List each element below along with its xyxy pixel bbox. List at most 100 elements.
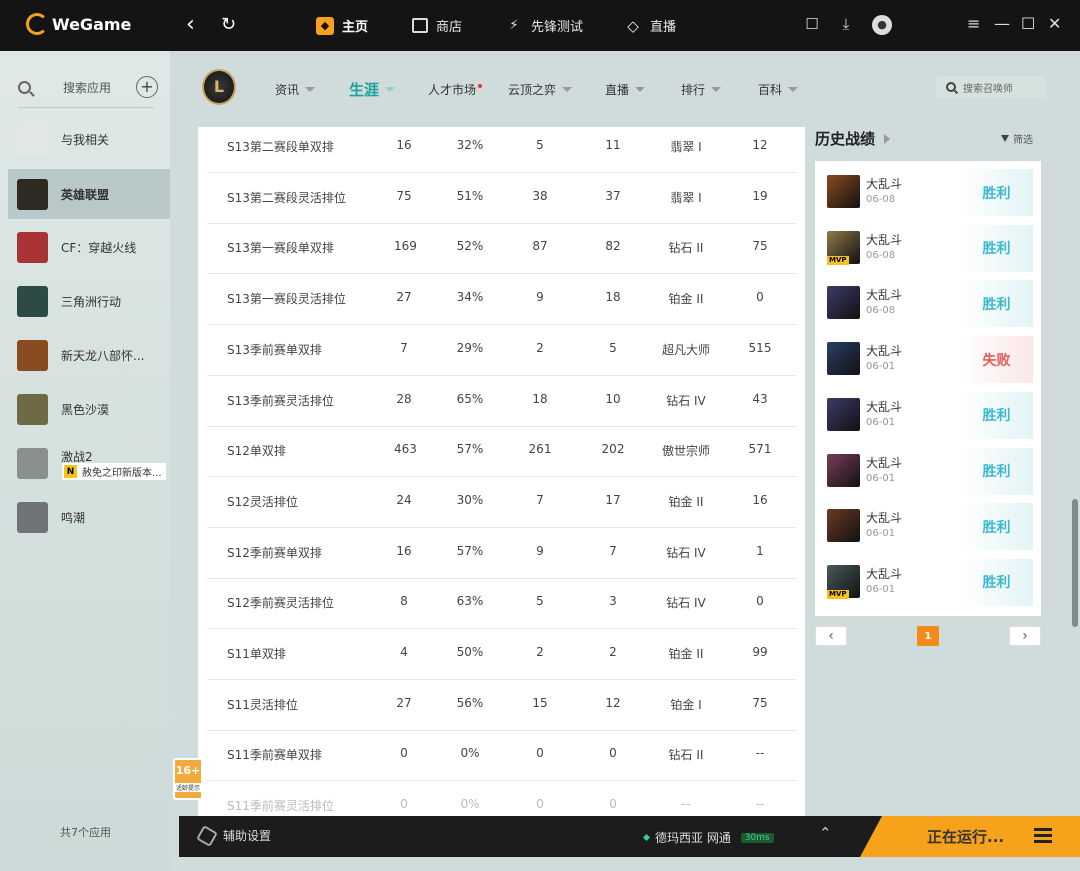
summoner-search-input[interactable]: 搜索召唤师 — [963, 80, 1013, 95]
app-search[interactable]: 搜索应用 + — [18, 75, 160, 99]
table-cell: 钻石 II — [668, 748, 704, 763]
table-cell: 9 — [536, 543, 544, 558]
table-cell: 7 — [400, 340, 408, 355]
sidebar-item[interactable]: CF：穿越火线 — [8, 222, 170, 272]
table-cell: 18 — [605, 290, 621, 305]
table-cell: 铂金 II — [668, 647, 704, 661]
table-row[interactable]: S11季前赛单双排 0 0% 0 0 钻石 II -- — [207, 730, 796, 782]
table-cell: 82 — [605, 239, 621, 254]
table-cell: S13第二赛段灵活排位 — [227, 190, 346, 205]
menu-icon[interactable]: ≡ — [967, 14, 980, 33]
download-icon[interactable]: ⤓ — [836, 15, 856, 35]
match-item[interactable]: MVP 大乱斗 06-08 胜利 — [815, 217, 1041, 273]
table-cell: S13第二赛段单双排 — [227, 140, 334, 154]
wuthering-icon — [17, 501, 48, 533]
match-item[interactable]: 大乱斗 06-01 失败 — [815, 328, 1041, 384]
subtab[interactable]: 云顶之弈 — [508, 81, 573, 98]
tab-store[interactable]: 商店 — [412, 16, 462, 35]
assist-settings-button[interactable]: 辅助设置 — [196, 824, 271, 847]
match-item[interactable]: 大乱斗 06-08 胜利 — [815, 161, 1041, 217]
minimize-icon[interactable]: — — [994, 14, 1010, 33]
subtab[interactable]: 人才市场 — [428, 81, 483, 98]
back-icon[interactable]: ‹ — [186, 12, 195, 38]
filter-button[interactable]: 筛选 — [1001, 131, 1033, 146]
table-cell: 261 — [528, 442, 552, 457]
tab-home[interactable]: ◆ 主页 — [316, 16, 368, 35]
table-cell: 16 — [396, 138, 412, 152]
match-item[interactable]: 大乱斗 06-01 胜利 — [815, 440, 1041, 496]
prev-page-button[interactable]: ‹ — [815, 626, 847, 646]
table-row[interactable]: S12灵活排位 24 30% 7 17 铂金 II 16 — [207, 477, 796, 528]
table-cell: 铂金 II — [668, 292, 704, 307]
close-icon[interactable]: ✕ — [1048, 14, 1061, 33]
table-row[interactable]: S13季前赛灵活排位 28 65% 18 10 钻石 IV 43 — [207, 376, 796, 427]
sidebar-item-label: 三角洲行动 — [61, 294, 122, 309]
table-cell: 16 — [752, 492, 768, 507]
subtab[interactable]: 直播 — [605, 81, 646, 98]
scrollbar[interactable] — [1072, 499, 1078, 627]
message-icon[interactable]: ☐ — [802, 15, 822, 35]
table-row[interactable]: S12单双排 463 57% 261 202 傲世宗师 571 — [207, 426, 796, 478]
table-cell: 27 — [396, 290, 412, 305]
tab-live[interactable]: ◇ 直播 — [624, 16, 676, 36]
table-row[interactable]: S13第二赛段灵活排位 75 51% 38 37 翡翠 I 19 — [207, 173, 796, 224]
table-cell: 12 — [605, 695, 621, 710]
search-icon — [18, 80, 31, 94]
chevron-up-icon[interactable]: ⌃ — [819, 824, 832, 842]
match-item[interactable]: 大乱斗 06-01 胜利 — [815, 495, 1041, 551]
server-selector[interactable]: 德玛西亚 网通 30ms — [642, 829, 774, 846]
table-row[interactable]: S13季前赛单双排 7 29% 2 5 超凡大师 515 — [207, 325, 796, 376]
vanguard-icon: ⚡ — [509, 18, 519, 33]
cf-icon — [17, 231, 48, 263]
subtab[interactable]: 百科 — [758, 81, 799, 98]
maximize-icon[interactable]: ☐ — [1021, 14, 1035, 33]
match-date: 06-01 — [866, 583, 896, 595]
subtab[interactable]: 资讯 — [275, 81, 316, 98]
next-page-button[interactable]: › — [1009, 626, 1041, 646]
subtab[interactable]: 生涯 — [349, 79, 396, 100]
match-item[interactable]: MVP 大乱斗 06-01 胜利 — [815, 551, 1041, 607]
table-row[interactable]: S11季前赛灵活排位 0 0% 0 0 -- -- — [207, 781, 796, 817]
sidebar-item[interactable]: 与我相关 — [8, 114, 170, 164]
add-app-icon[interactable]: + — [136, 76, 158, 98]
app-search-input[interactable]: 搜索应用 — [63, 79, 111, 96]
sidebar-item[interactable]: 鸣潮 — [8, 492, 170, 542]
table-row[interactable]: S13第一赛段灵活排位 27 34% 9 18 铂金 II 0 — [207, 274, 796, 326]
chevron-down-icon — [711, 87, 722, 92]
running-button[interactable]: 正在运行... — [860, 816, 1080, 857]
sidebar-item-label: 鸣潮 — [61, 510, 86, 525]
wegame-logo[interactable]: WeGame — [26, 13, 131, 35]
table-row[interactable]: S11灵活排位 27 56% 15 12 铂金 I 75 — [207, 680, 796, 731]
sidebar-item[interactable]: 三角洲行动 — [8, 276, 170, 326]
subtab-label: 云顶之弈 — [508, 83, 557, 97]
ping-badge: 30ms — [740, 832, 774, 843]
summoner-search[interactable]: 搜索召唤师 — [936, 76, 1046, 98]
notification-dot — [478, 83, 483, 88]
hamburger-icon[interactable] — [1034, 828, 1052, 843]
table-row[interactable]: S12季前赛灵活排位 8 63% 5 3 钻石 IV 0 — [207, 578, 796, 630]
sidebar-item[interactable]: 新天龙八部怀... — [8, 330, 170, 380]
table-cell: 38 — [532, 188, 548, 203]
sidebar-item[interactable]: 英雄联盟 — [8, 169, 170, 219]
table-row[interactable]: S13第一赛段单双排 169 52% 87 82 钻石 II 75 — [207, 223, 796, 275]
match-date: 06-01 — [866, 361, 896, 373]
match-item[interactable]: 大乱斗 06-08 胜利 — [815, 272, 1041, 328]
game-notice[interactable]: N 赦免之印新版本... — [62, 463, 166, 480]
current-page[interactable]: 1 — [917, 626, 939, 646]
home-icon: ◆ — [316, 16, 334, 35]
subtab-label: 直播 — [605, 83, 630, 97]
table-row[interactable]: S13第二赛段单双排 16 32% 5 11 翡翠 I 12 — [207, 127, 796, 173]
match-item[interactable]: 大乱斗 06-01 胜利 — [815, 384, 1041, 440]
table-cell: 63% — [456, 594, 484, 609]
sidebar-item[interactable]: 黑色沙漠 — [8, 384, 170, 434]
tab-vanguard[interactable]: ⚡ 先锋测试 — [505, 16, 583, 35]
lol-logo-icon[interactable]: L — [202, 69, 236, 105]
history-title[interactable]: 历史战绩 — [815, 128, 891, 149]
table-row[interactable]: S12季前赛单双排 16 57% 9 7 钻石 IV 1 — [207, 528, 796, 579]
table-row[interactable]: S11单双排 4 50% 2 2 铂金 II 99 — [207, 629, 796, 680]
avatar[interactable]: ● — [872, 15, 892, 35]
chevron-down-icon — [385, 87, 396, 92]
subtab[interactable]: 排行 — [681, 81, 722, 98]
refresh-icon[interactable]: ↻ — [221, 12, 236, 38]
match-result: 胜利 — [960, 280, 1033, 328]
